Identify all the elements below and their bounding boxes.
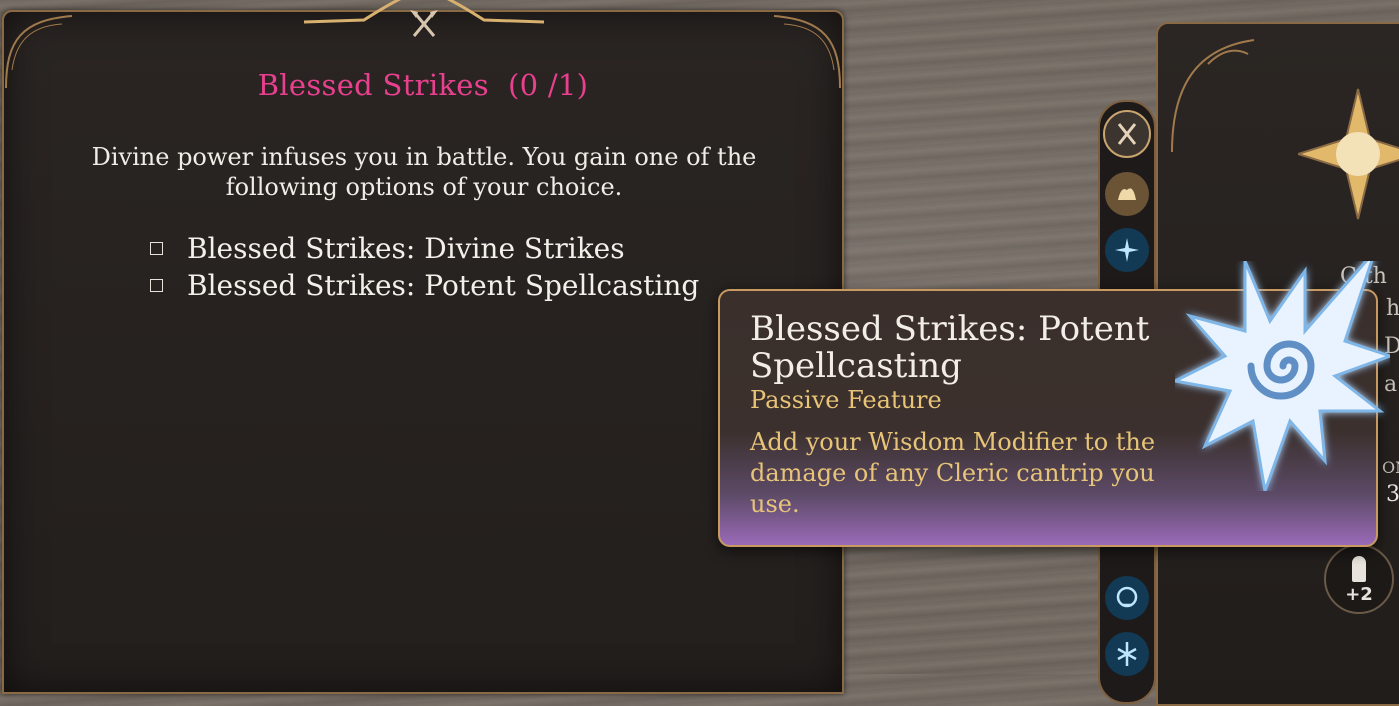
selection-count: (0 /1) <box>507 68 589 102</box>
checkbox[interactable] <box>150 279 163 292</box>
panel-title: Blessed Strikes (0 /1) <box>4 68 842 102</box>
checkbox[interactable] <box>150 242 163 255</box>
option-divine-strikes[interactable]: Blessed Strikes: Divine Strikes <box>150 230 699 267</box>
person-icon <box>1352 556 1366 582</box>
skull-icon[interactable] <box>1105 576 1149 620</box>
option-label: Blessed Strikes: Potent Spellcasting <box>187 269 700 302</box>
feature-tooltip: Blessed Strikes: Potent Spellcasting Pas… <box>718 261 1390 547</box>
tooltip-body: Add your Wisdom Modifier to the damage o… <box>750 428 1156 518</box>
option-potent-spellcasting[interactable]: Blessed Strikes: Potent Spellcasting <box>150 267 699 304</box>
ability-bonus-badge[interactable]: +2 <box>1324 544 1394 614</box>
feature-title: Blessed Strikes <box>257 68 489 102</box>
tooltip-subtitle: Passive Feature <box>750 386 942 414</box>
sparkles-icon[interactable] <box>1105 228 1149 272</box>
rune-icon[interactable] <box>1105 632 1149 676</box>
option-list: Blessed Strikes: Divine Strikes Blessed … <box>150 230 699 304</box>
corner-ornament-icon <box>1171 39 1255 153</box>
crossed-axes-icon[interactable] <box>1103 110 1151 158</box>
bonus-value: +2 <box>1345 584 1373 605</box>
feature-description: Divine power infuses you in battle. You … <box>91 143 757 201</box>
spiral-burst-icon <box>1175 261 1390 491</box>
compass-emblem-icon <box>1298 88 1399 220</box>
option-label: Blessed Strikes: Divine Strikes <box>187 232 625 265</box>
tooltip-title: Blessed Strikes: Potent Spellcasting <box>750 309 1150 386</box>
strength-icon[interactable] <box>1105 172 1149 216</box>
crossed-axes-icon <box>410 10 438 37</box>
